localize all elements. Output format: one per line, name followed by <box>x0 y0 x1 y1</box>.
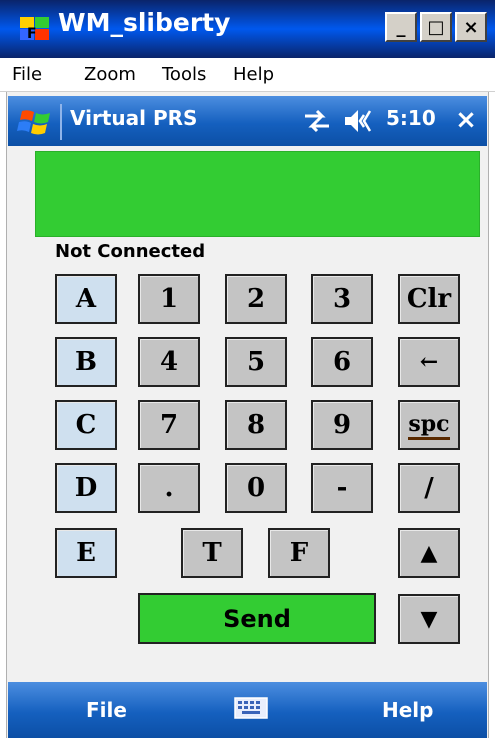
topbar-divider <box>60 104 62 140</box>
maximize-button[interactable]: □ <box>420 12 452 42</box>
softkey-file[interactable]: File <box>86 698 127 722</box>
key-e[interactable]: E <box>55 528 117 578</box>
key-d[interactable]: D <box>55 463 117 513</box>
key-a[interactable]: A <box>55 274 117 324</box>
keyboard-icon[interactable] <box>233 696 269 720</box>
key-3[interactable]: 3 <box>311 274 373 324</box>
key-slash[interactable]: / <box>398 463 460 513</box>
key-9[interactable]: 9 <box>311 400 373 450</box>
key-clear[interactable]: Clr <box>398 274 460 324</box>
key-t[interactable]: T <box>181 528 243 578</box>
key-down[interactable]: ▼ <box>398 594 460 644</box>
window-title: WM_sliberty <box>58 8 231 37</box>
menu-help[interactable]: Help <box>233 64 274 85</box>
softkey-help[interactable]: Help <box>382 698 433 722</box>
arrow-down-icon: ▼ <box>420 606 438 632</box>
sync-icon[interactable] <box>302 108 332 134</box>
app-close-button[interactable]: × <box>452 104 480 136</box>
clock[interactable]: 5:10 <box>386 106 436 130</box>
key-space[interactable]: spc <box>398 400 460 450</box>
key-2[interactable]: 2 <box>225 274 287 324</box>
backspace-arrow-icon: ← <box>419 349 439 375</box>
key-backspace[interactable]: ← <box>398 337 460 387</box>
svg-text:F: F <box>27 26 37 42</box>
key-dot[interactable]: . <box>138 463 200 513</box>
connection-status: Not Connected <box>55 241 206 262</box>
menu-tools[interactable]: Tools <box>162 64 206 85</box>
close-button[interactable]: × <box>455 12 487 42</box>
menu-zoom[interactable]: Zoom <box>84 64 136 85</box>
key-6[interactable]: 6 <box>311 337 373 387</box>
space-label: spc <box>408 411 450 440</box>
app-title: Virtual PRS <box>70 106 198 130</box>
key-5[interactable]: 5 <box>225 337 287 387</box>
send-button[interactable]: Send <box>138 593 376 644</box>
key-b[interactable]: B <box>55 337 117 387</box>
key-7[interactable]: 7 <box>138 400 200 450</box>
minimize-icon: _ <box>396 16 406 38</box>
key-minus[interactable]: - <box>311 463 373 513</box>
key-1[interactable]: 1 <box>138 274 200 324</box>
close-icon: × <box>463 16 479 38</box>
display-panel <box>35 151 480 237</box>
minimize-button[interactable]: _ <box>385 12 417 42</box>
volume-icon[interactable] <box>342 106 378 136</box>
app-icon: F <box>18 13 52 43</box>
menu-file[interactable]: File <box>12 64 42 85</box>
key-f[interactable]: F <box>268 528 330 578</box>
key-up[interactable]: ▲ <box>398 528 460 578</box>
maximize-icon: □ <box>427 16 445 38</box>
key-0[interactable]: 0 <box>225 463 287 513</box>
key-8[interactable]: 8 <box>225 400 287 450</box>
key-4[interactable]: 4 <box>138 337 200 387</box>
arrow-up-icon: ▲ <box>420 540 438 566</box>
key-c[interactable]: C <box>55 400 117 450</box>
windows-start-icon[interactable] <box>16 107 56 137</box>
close-icon: × <box>455 105 477 135</box>
